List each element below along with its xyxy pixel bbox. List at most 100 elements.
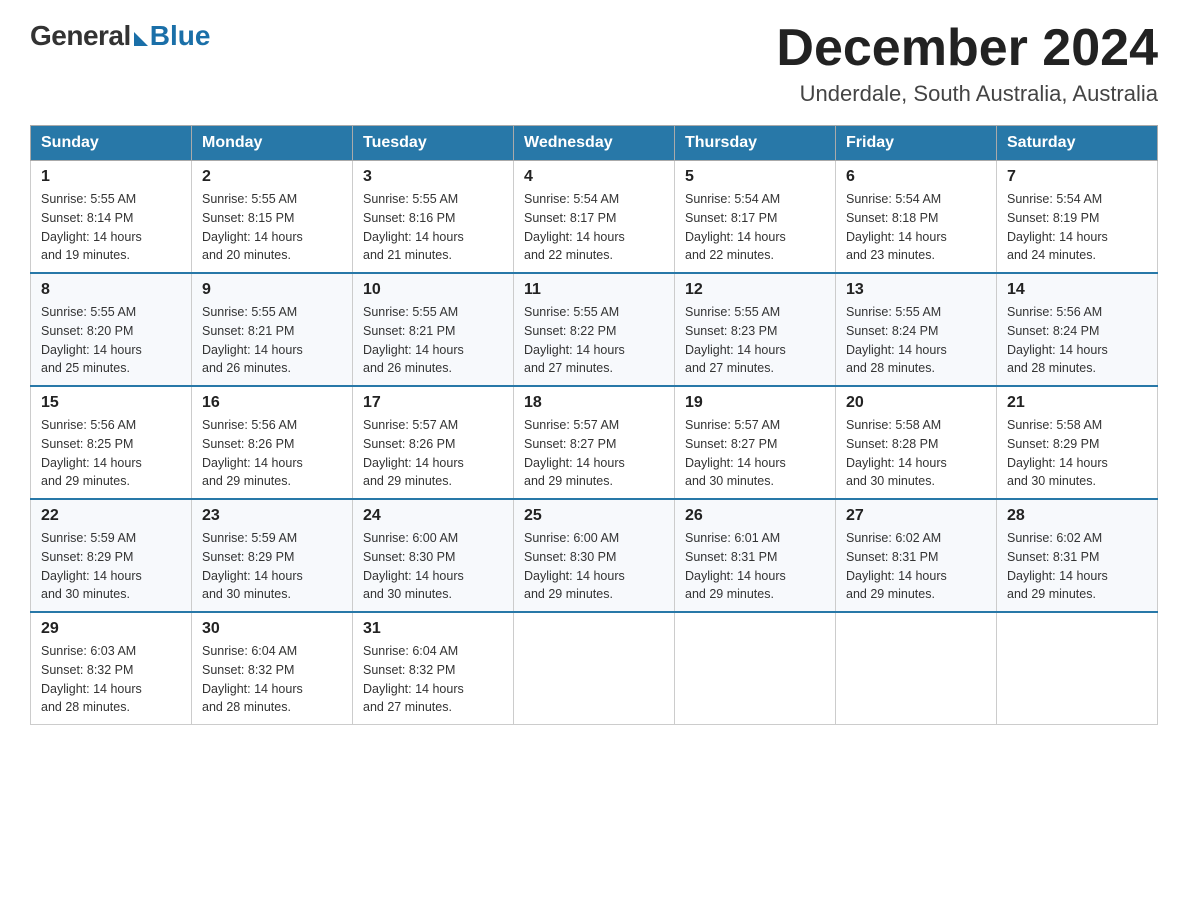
day-number: 24 [363, 507, 503, 525]
day-number: 23 [202, 507, 342, 525]
day-info: Sunrise: 6:02 AMSunset: 8:31 PMDaylight:… [1007, 531, 1108, 601]
calendar-day-cell: 26 Sunrise: 6:01 AMSunset: 8:31 PMDaylig… [675, 499, 836, 612]
day-info: Sunrise: 5:55 AMSunset: 8:21 PMDaylight:… [363, 305, 464, 375]
page-header: General Blue December 2024 Underdale, So… [30, 20, 1158, 107]
day-number: 11 [524, 281, 664, 299]
day-info: Sunrise: 5:55 AMSunset: 8:20 PMDaylight:… [41, 305, 142, 375]
calendar-day-cell: 28 Sunrise: 6:02 AMSunset: 8:31 PMDaylig… [997, 499, 1158, 612]
calendar-day-cell [997, 612, 1158, 725]
day-number: 15 [41, 394, 181, 412]
day-info: Sunrise: 6:00 AMSunset: 8:30 PMDaylight:… [363, 531, 464, 601]
calendar-day-cell: 1 Sunrise: 5:55 AMSunset: 8:14 PMDayligh… [31, 161, 192, 274]
calendar-day-cell: 6 Sunrise: 5:54 AMSunset: 8:18 PMDayligh… [836, 161, 997, 274]
calendar-day-cell [675, 612, 836, 725]
calendar-day-cell: 20 Sunrise: 5:58 AMSunset: 8:28 PMDaylig… [836, 386, 997, 499]
calendar-day-cell: 17 Sunrise: 5:57 AMSunset: 8:26 PMDaylig… [353, 386, 514, 499]
day-number: 20 [846, 394, 986, 412]
day-number: 2 [202, 168, 342, 186]
day-number: 28 [1007, 507, 1147, 525]
day-info: Sunrise: 5:58 AMSunset: 8:28 PMDaylight:… [846, 418, 947, 488]
calendar-day-cell: 2 Sunrise: 5:55 AMSunset: 8:15 PMDayligh… [192, 161, 353, 274]
day-number: 27 [846, 507, 986, 525]
calendar-day-cell [836, 612, 997, 725]
day-number: 7 [1007, 168, 1147, 186]
calendar-day-cell: 15 Sunrise: 5:56 AMSunset: 8:25 PMDaylig… [31, 386, 192, 499]
month-title: December 2024 [776, 20, 1158, 77]
calendar-week-row: 22 Sunrise: 5:59 AMSunset: 8:29 PMDaylig… [31, 499, 1158, 612]
calendar-week-row: 15 Sunrise: 5:56 AMSunset: 8:25 PMDaylig… [31, 386, 1158, 499]
day-info: Sunrise: 5:55 AMSunset: 8:21 PMDaylight:… [202, 305, 303, 375]
day-info: Sunrise: 6:02 AMSunset: 8:31 PMDaylight:… [846, 531, 947, 601]
header-saturday: Saturday [997, 126, 1158, 161]
calendar-day-cell: 10 Sunrise: 5:55 AMSunset: 8:21 PMDaylig… [353, 273, 514, 386]
day-number: 3 [363, 168, 503, 186]
calendar-day-cell: 9 Sunrise: 5:55 AMSunset: 8:21 PMDayligh… [192, 273, 353, 386]
day-info: Sunrise: 5:55 AMSunset: 8:23 PMDaylight:… [685, 305, 786, 375]
calendar-day-cell [514, 612, 675, 725]
day-number: 29 [41, 620, 181, 638]
header-friday: Friday [836, 126, 997, 161]
day-info: Sunrise: 5:54 AMSunset: 8:18 PMDaylight:… [846, 192, 947, 262]
calendar-table: Sunday Monday Tuesday Wednesday Thursday… [30, 125, 1158, 725]
day-number: 13 [846, 281, 986, 299]
calendar-day-cell: 31 Sunrise: 6:04 AMSunset: 8:32 PMDaylig… [353, 612, 514, 725]
calendar-day-cell: 8 Sunrise: 5:55 AMSunset: 8:20 PMDayligh… [31, 273, 192, 386]
calendar-day-cell: 29 Sunrise: 6:03 AMSunset: 8:32 PMDaylig… [31, 612, 192, 725]
calendar-day-cell: 4 Sunrise: 5:54 AMSunset: 8:17 PMDayligh… [514, 161, 675, 274]
title-section: December 2024 Underdale, South Australia… [776, 20, 1158, 107]
day-number: 26 [685, 507, 825, 525]
header-wednesday: Wednesday [514, 126, 675, 161]
day-number: 12 [685, 281, 825, 299]
day-info: Sunrise: 5:54 AMSunset: 8:17 PMDaylight:… [524, 192, 625, 262]
header-sunday: Sunday [31, 126, 192, 161]
logo-general-text: General [30, 20, 131, 52]
logo: General Blue [30, 20, 210, 52]
day-number: 1 [41, 168, 181, 186]
day-number: 14 [1007, 281, 1147, 299]
day-info: Sunrise: 5:56 AMSunset: 8:24 PMDaylight:… [1007, 305, 1108, 375]
day-info: Sunrise: 5:55 AMSunset: 8:14 PMDaylight:… [41, 192, 142, 262]
calendar-day-cell: 23 Sunrise: 5:59 AMSunset: 8:29 PMDaylig… [192, 499, 353, 612]
calendar-week-row: 8 Sunrise: 5:55 AMSunset: 8:20 PMDayligh… [31, 273, 1158, 386]
day-number: 18 [524, 394, 664, 412]
calendar-day-cell: 11 Sunrise: 5:55 AMSunset: 8:22 PMDaylig… [514, 273, 675, 386]
calendar-day-cell: 16 Sunrise: 5:56 AMSunset: 8:26 PMDaylig… [192, 386, 353, 499]
day-info: Sunrise: 5:59 AMSunset: 8:29 PMDaylight:… [202, 531, 303, 601]
logo-triangle-icon [134, 32, 148, 46]
day-number: 10 [363, 281, 503, 299]
day-info: Sunrise: 6:01 AMSunset: 8:31 PMDaylight:… [685, 531, 786, 601]
header-thursday: Thursday [675, 126, 836, 161]
day-number: 16 [202, 394, 342, 412]
calendar-day-cell: 18 Sunrise: 5:57 AMSunset: 8:27 PMDaylig… [514, 386, 675, 499]
day-number: 19 [685, 394, 825, 412]
day-number: 31 [363, 620, 503, 638]
header-monday: Monday [192, 126, 353, 161]
day-info: Sunrise: 5:55 AMSunset: 8:24 PMDaylight:… [846, 305, 947, 375]
day-info: Sunrise: 6:00 AMSunset: 8:30 PMDaylight:… [524, 531, 625, 601]
calendar-day-cell: 24 Sunrise: 6:00 AMSunset: 8:30 PMDaylig… [353, 499, 514, 612]
day-info: Sunrise: 5:54 AMSunset: 8:17 PMDaylight:… [685, 192, 786, 262]
weekday-header-row: Sunday Monday Tuesday Wednesday Thursday… [31, 126, 1158, 161]
logo-top: General Blue [30, 20, 210, 52]
day-info: Sunrise: 5:55 AMSunset: 8:22 PMDaylight:… [524, 305, 625, 375]
calendar-day-cell: 27 Sunrise: 6:02 AMSunset: 8:31 PMDaylig… [836, 499, 997, 612]
calendar-day-cell: 12 Sunrise: 5:55 AMSunset: 8:23 PMDaylig… [675, 273, 836, 386]
day-info: Sunrise: 5:57 AMSunset: 8:27 PMDaylight:… [524, 418, 625, 488]
day-info: Sunrise: 5:59 AMSunset: 8:29 PMDaylight:… [41, 531, 142, 601]
day-number: 21 [1007, 394, 1147, 412]
calendar-day-cell: 30 Sunrise: 6:04 AMSunset: 8:32 PMDaylig… [192, 612, 353, 725]
calendar-day-cell: 14 Sunrise: 5:56 AMSunset: 8:24 PMDaylig… [997, 273, 1158, 386]
day-number: 30 [202, 620, 342, 638]
day-number: 6 [846, 168, 986, 186]
calendar-day-cell: 3 Sunrise: 5:55 AMSunset: 8:16 PMDayligh… [353, 161, 514, 274]
calendar-day-cell: 7 Sunrise: 5:54 AMSunset: 8:19 PMDayligh… [997, 161, 1158, 274]
calendar-day-cell: 13 Sunrise: 5:55 AMSunset: 8:24 PMDaylig… [836, 273, 997, 386]
location-title: Underdale, South Australia, Australia [776, 81, 1158, 107]
day-number: 25 [524, 507, 664, 525]
day-number: 8 [41, 281, 181, 299]
day-number: 17 [363, 394, 503, 412]
day-number: 4 [524, 168, 664, 186]
day-number: 5 [685, 168, 825, 186]
day-info: Sunrise: 6:03 AMSunset: 8:32 PMDaylight:… [41, 644, 142, 714]
day-info: Sunrise: 5:55 AMSunset: 8:15 PMDaylight:… [202, 192, 303, 262]
